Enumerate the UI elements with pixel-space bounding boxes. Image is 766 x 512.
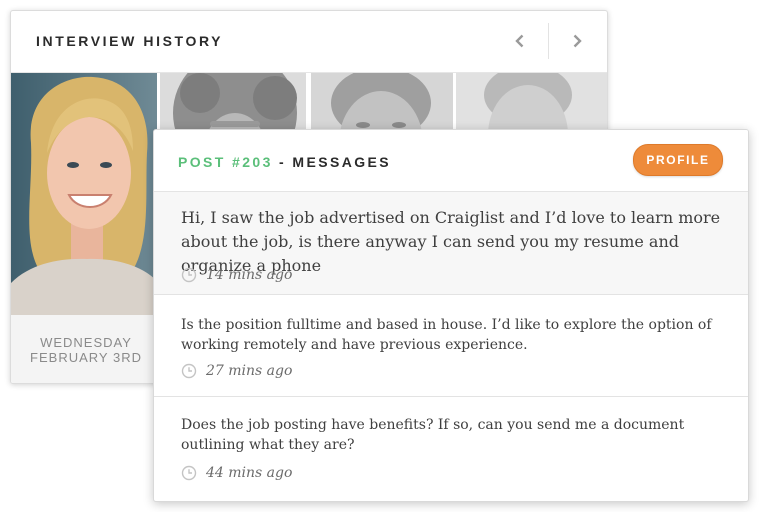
message-time-text: 44 mins ago: [206, 465, 293, 481]
message-text: Is the position fulltime and based in ho…: [181, 317, 712, 353]
post-title-separator: -: [272, 154, 293, 170]
message-timestamp: 44 mins ago: [181, 465, 292, 481]
interview-date: WEDNESDAY FEBRUARY 3RD: [11, 315, 161, 383]
post-id: POST #203: [178, 154, 273, 170]
message-time-text: 14 mins ago: [206, 267, 293, 283]
message-time-text: 27 mins ago: [206, 363, 293, 379]
interview-history-title: INTERVIEW HISTORY: [36, 33, 224, 49]
message-timestamp: 14 mins ago: [181, 267, 292, 283]
chevron-right-icon: [573, 34, 582, 48]
candidate-photo-active[interactable]: [11, 73, 157, 315]
message-item[interactable]: Hi, I saw the job advertised on Craiglis…: [154, 192, 748, 295]
previous-button[interactable]: [506, 27, 534, 55]
message-item[interactable]: Is the position fulltime and based in ho…: [154, 295, 748, 397]
next-button[interactable]: [563, 27, 591, 55]
message-text: Does the job posting have benefits? If s…: [181, 417, 685, 453]
chevron-left-icon: [515, 34, 524, 48]
clock-icon: [181, 465, 197, 481]
messages-card: POST #203 - MESSAGES PROFILE Hi, I saw t…: [153, 129, 749, 502]
clock-icon: [181, 267, 197, 283]
interview-history-header: INTERVIEW HISTORY: [11, 11, 607, 73]
profile-button[interactable]: PROFILE: [633, 144, 723, 176]
message-item[interactable]: Does the job posting have benefits? If s…: [154, 397, 748, 501]
interview-date-day: WEDNESDAY: [40, 335, 132, 350]
post-messages-label: MESSAGES: [292, 154, 391, 170]
messages-header: POST #203 - MESSAGES PROFILE: [154, 130, 748, 192]
message-timestamp: 27 mins ago: [181, 363, 292, 379]
post-title: POST #203 - MESSAGES: [178, 154, 391, 170]
nav-divider: [548, 23, 549, 59]
clock-icon: [181, 363, 197, 379]
interview-date-full: FEBRUARY 3RD: [30, 350, 142, 365]
